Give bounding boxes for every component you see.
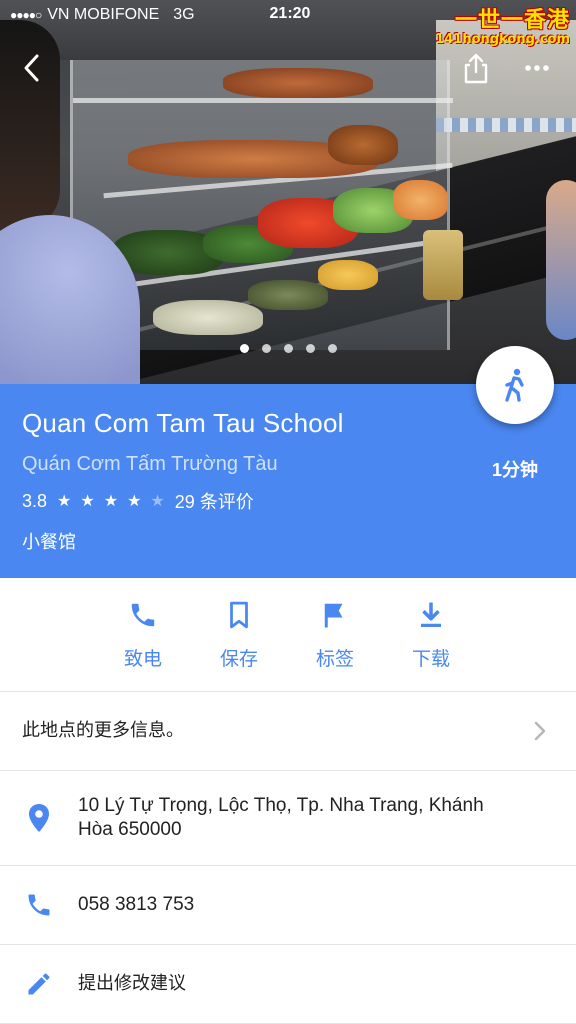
star-empty-icon: ★ — [150, 493, 165, 510]
photo-food — [318, 260, 378, 290]
photo-food — [223, 68, 373, 98]
star-icon: ★ — [103, 493, 119, 510]
walking-person-icon — [505, 368, 524, 402]
call-label: 致电 — [123, 648, 162, 670]
pager-dot[interactable] — [283, 344, 293, 353]
photo-food — [248, 280, 328, 310]
bookmark-icon — [230, 601, 248, 629]
edit-icon-wrap — [0, 970, 78, 998]
more-horizontal-icon — [525, 65, 549, 71]
phone-number: 058 3813 753 — [78, 894, 195, 915]
suggest-edit-row[interactable]: 提出修改建议 — [0, 945, 576, 1024]
watermark: 一世一香港 141hongkong.com — [435, 2, 570, 47]
photo-food — [328, 125, 398, 165]
phone-icon-wrap — [0, 891, 78, 919]
call-button[interactable]: 致电 — [95, 578, 191, 691]
pager-dot[interactable] — [327, 344, 337, 353]
action-bar: 致电 保存 标签 下载 — [0, 578, 576, 692]
chevron-right-icon — [534, 721, 546, 741]
watermark-title: 一世一香港 — [454, 8, 570, 33]
watermark-url: 141hongkong.com — [435, 32, 570, 47]
place-category: 小餐馆 — [22, 532, 76, 553]
download-icon — [421, 602, 441, 627]
download-label: 下载 — [411, 648, 450, 670]
review-count: 29 条评价 — [174, 492, 254, 512]
back-button[interactable] — [12, 48, 52, 88]
more-button[interactable] — [517, 48, 557, 88]
share-button[interactable] — [456, 48, 496, 88]
travel-time: 1分钟 — [491, 460, 538, 480]
star-icon: ★ — [80, 493, 95, 510]
flag-icon — [324, 603, 343, 628]
label-label: 标签 — [315, 648, 354, 670]
suggest-edit-text: 提出修改建议 — [78, 973, 186, 994]
place-local-name: Quán Cơm Tấm Trường Tàu — [22, 453, 278, 475]
save-label: 保存 — [219, 648, 258, 670]
phone-row[interactable]: 058 3813 753 — [0, 866, 576, 945]
photo-person-right — [546, 180, 576, 340]
location-pin-icon — [29, 804, 49, 832]
photo-pager[interactable] — [0, 344, 576, 353]
photo-jar — [423, 230, 463, 300]
pencil-icon — [28, 973, 50, 995]
chevron-left-icon — [24, 54, 39, 82]
rating-stars: ★ ★ ★ ★ ★ — [57, 491, 165, 511]
rating-value: 3.8 — [22, 490, 48, 511]
photo-tiles — [436, 118, 576, 132]
phone-icon — [131, 603, 155, 627]
address-row[interactable]: 10 Lý Tự Trọng, Lộc Thọ, Tp. Nha Trang, … — [0, 771, 576, 866]
download-button[interactable]: 下载 — [383, 578, 479, 691]
photo-food — [153, 300, 263, 335]
pager-dot[interactable] — [261, 344, 271, 353]
pager-dot[interactable] — [239, 344, 249, 353]
photo-shelf — [73, 98, 453, 103]
address-text: 10 Lý Tự Trọng, Lộc Thọ, Tp. Nha Trang, … — [78, 795, 484, 840]
label-button[interactable]: 标签 — [287, 578, 383, 691]
more-info-text: 此地点的更多信息。 — [22, 720, 184, 741]
star-icon: ★ — [127, 493, 142, 510]
phone-icon — [28, 894, 50, 916]
save-button[interactable]: 保存 — [191, 578, 287, 691]
directions-walk-button[interactable] — [476, 346, 554, 424]
photo-food — [393, 180, 448, 220]
pager-dot[interactable] — [305, 344, 315, 353]
rating-row[interactable]: 3.8 ★ ★ ★ ★ ★ 29 条评价 — [22, 488, 554, 514]
share-icon — [464, 53, 488, 84]
place-photo[interactable]: ●●●●○ VN MOBIFONE 3G 21:20 一世一香港 141hong… — [0, 0, 576, 384]
place-name: Quan Com Tam Tau School — [22, 408, 344, 438]
address-icon-wrap — [0, 803, 78, 833]
star-icon: ★ — [57, 493, 72, 510]
more-info-row[interactable]: 此地点的更多信息。 — [0, 692, 576, 771]
